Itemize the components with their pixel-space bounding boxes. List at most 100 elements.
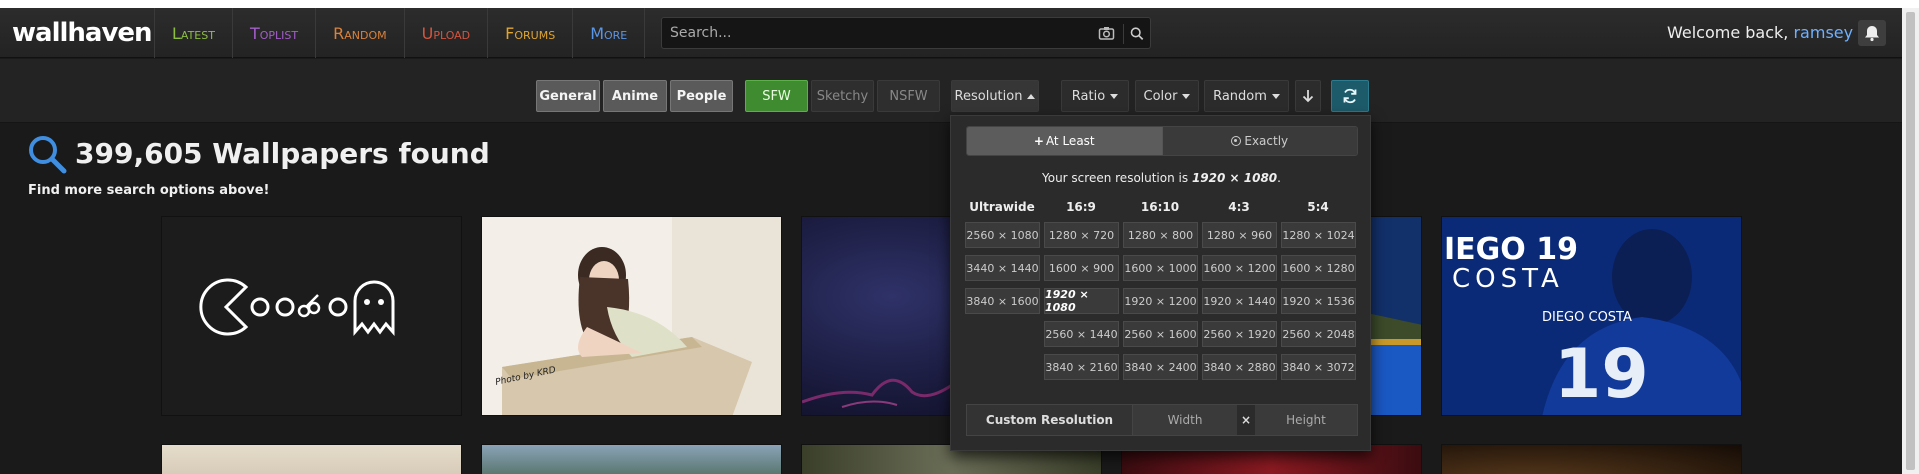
resolution-option[interactable]: 3440 × 1440 bbox=[965, 255, 1040, 281]
refresh-icon bbox=[1343, 88, 1357, 104]
resolution-option[interactable]: 2560 × 1080 bbox=[965, 222, 1040, 248]
resolution-option[interactable]: 1920 × 1536 bbox=[1281, 288, 1356, 314]
main-nav: Latest Toplist Random Upload Forums More bbox=[154, 8, 646, 58]
search-input[interactable]: Search... bbox=[661, 17, 1151, 49]
resolution-option[interactable]: 3840 × 2160 bbox=[1044, 354, 1119, 380]
category-anime-toggle[interactable]: Anime bbox=[603, 80, 667, 112]
resolution-option[interactable]: 3840 × 1600 bbox=[965, 288, 1040, 314]
caret-down-icon bbox=[1182, 93, 1191, 99]
ratio-dropdown[interactable]: Ratio bbox=[1061, 80, 1129, 112]
resolution-mode-toggle: + At Least Exactly bbox=[966, 126, 1358, 156]
search-placeholder: Search... bbox=[670, 25, 732, 41]
plus-icon: + bbox=[1033, 134, 1044, 148]
resolution-option[interactable]: 1600 × 1280 bbox=[1281, 255, 1356, 281]
resolution-option[interactable]: 1280 × 960 bbox=[1202, 222, 1277, 248]
resolution-option[interactable]: 1280 × 1024 bbox=[1281, 222, 1356, 248]
category-general-toggle[interactable]: General bbox=[536, 80, 600, 112]
logo[interactable]: wallhaven bbox=[12, 18, 153, 48]
resolution-option[interactable]: 1280 × 720 bbox=[1044, 222, 1119, 248]
search-icon bbox=[29, 136, 67, 174]
wallpaper-thumbnail[interactable] bbox=[481, 444, 782, 474]
wallpaper-thumbnail[interactable] bbox=[161, 444, 462, 474]
nav-upload[interactable]: Upload bbox=[405, 8, 489, 58]
caret-up-icon bbox=[1027, 93, 1036, 99]
screen-resolution-suffix: . bbox=[1277, 171, 1281, 185]
resolution-option[interactable]: 1280 × 800 bbox=[1123, 222, 1198, 248]
sorting-label: Random bbox=[1213, 88, 1267, 104]
resolution-option[interactable]: 2560 × 1600 bbox=[1123, 321, 1198, 347]
filter-bar: General Anime People SFW Sketchy NSFW Re… bbox=[0, 59, 1902, 123]
bell-icon bbox=[1865, 26, 1879, 42]
nav-forums-label: Forums bbox=[505, 23, 556, 43]
nav-forums[interactable]: Forums bbox=[488, 8, 574, 58]
jersey-name-text: DIEGO COSTA bbox=[1542, 310, 1632, 325]
color-label: Color bbox=[1143, 88, 1178, 104]
resolution-label: Resolution bbox=[954, 88, 1023, 104]
col-head-4-3: 4:3 bbox=[1228, 200, 1250, 214]
welcome-message: Welcome back, ramsey bbox=[1667, 23, 1853, 42]
times-icon: × bbox=[1237, 405, 1255, 435]
resolution-option[interactable]: 2560 × 2048 bbox=[1281, 321, 1356, 347]
custom-resolution-label: Custom Resolution bbox=[967, 405, 1133, 435]
camera-icon[interactable] bbox=[1098, 25, 1115, 42]
mode-at-least-label: At Least bbox=[1045, 134, 1095, 148]
mode-exactly-label: Exactly bbox=[1244, 134, 1289, 148]
col-head-ultrawide: Ultrawide bbox=[969, 200, 1035, 214]
custom-width-input[interactable]: Width bbox=[1133, 405, 1237, 435]
resolution-option[interactable]: 1920 × 1200 bbox=[1123, 288, 1198, 314]
category-people-toggle[interactable]: People bbox=[670, 80, 733, 112]
purity-sfw-toggle[interactable]: SFW bbox=[745, 80, 808, 112]
welcome-text: Welcome back, bbox=[1667, 23, 1794, 42]
nav-random[interactable]: Random bbox=[316, 8, 405, 58]
purity-sketchy-toggle[interactable]: Sketchy bbox=[811, 80, 874, 112]
caret-down-icon bbox=[1110, 93, 1119, 99]
arrow-down-icon bbox=[1302, 90, 1314, 103]
wallpaper-thumbnail[interactable] bbox=[161, 216, 462, 416]
target-icon bbox=[1231, 136, 1242, 146]
col-head-16-10: 16:10 bbox=[1140, 200, 1180, 214]
woman-photo-image: Photo by KRD bbox=[482, 217, 781, 415]
search-icon[interactable] bbox=[1123, 24, 1145, 44]
username-link[interactable]: ramsey bbox=[1793, 23, 1853, 42]
resolution-option[interactable]: 3840 × 2400 bbox=[1123, 354, 1198, 380]
wallpaper-thumbnail[interactable] bbox=[1441, 444, 1742, 474]
col-head-16-9: 16:9 bbox=[1066, 200, 1096, 214]
jersey-number-text: 19 bbox=[1554, 335, 1649, 414]
custom-height-input[interactable]: Height bbox=[1255, 405, 1357, 435]
sorting-dropdown[interactable]: Random bbox=[1204, 80, 1289, 112]
resolution-option[interactable]: 3840 × 2880 bbox=[1202, 354, 1277, 380]
scrollbar-thumb[interactable] bbox=[1906, 12, 1915, 470]
resolution-option[interactable]: 2560 × 1440 bbox=[1044, 321, 1119, 347]
screen-resolution-note: Your screen resolution is 1920 × 1080. bbox=[951, 171, 1372, 185]
screen-resolution-prefix: Your screen resolution is bbox=[1042, 171, 1192, 185]
resolution-option[interactable]: 2560 × 1920 bbox=[1202, 321, 1277, 347]
resolution-panel: + At Least Exactly Your screen resolution… bbox=[950, 115, 1371, 451]
wallpaper-thumbnail[interactable]: Photo by KRD bbox=[481, 216, 782, 416]
ratio-label: Ratio bbox=[1071, 88, 1106, 104]
resolution-dropdown[interactable]: Resolution bbox=[951, 80, 1039, 112]
nav-more[interactable]: More bbox=[573, 8, 646, 58]
resolution-option[interactable]: 1920 × 1440 bbox=[1202, 288, 1277, 314]
pacman-ghost-image bbox=[199, 278, 395, 336]
order-toggle-button[interactable] bbox=[1295, 80, 1321, 112]
color-dropdown[interactable]: Color bbox=[1135, 80, 1199, 112]
notifications-button[interactable] bbox=[1858, 20, 1886, 46]
resolution-option[interactable]: 1600 × 900 bbox=[1044, 255, 1119, 281]
resolution-option[interactable]: 1600 × 1200 bbox=[1202, 255, 1277, 281]
results-subtitle: Find more search options above! bbox=[28, 183, 270, 198]
resolution-option[interactable]: 3840 × 3072 bbox=[1281, 354, 1356, 380]
costa-text: COSTA bbox=[1452, 264, 1564, 294]
nav-more-label: More bbox=[590, 23, 628, 43]
resolution-option[interactable]: 1600 × 1000 bbox=[1123, 255, 1198, 281]
resolution-option-current[interactable]: 1920 × 1080 bbox=[1044, 288, 1119, 314]
nav-toplist[interactable]: Toplist bbox=[233, 8, 317, 58]
results-count-title: 399,605 Wallpapers found bbox=[75, 137, 490, 170]
caret-down-icon bbox=[1271, 93, 1280, 99]
refresh-button[interactable] bbox=[1331, 80, 1369, 112]
nav-latest[interactable]: Latest bbox=[155, 8, 233, 58]
wallpaper-thumbnail[interactable]: IEGO 19 COSTA DIEGO COSTA 19 bbox=[1441, 216, 1742, 416]
mode-exactly-button[interactable]: Exactly bbox=[1161, 127, 1357, 155]
mode-at-least-button[interactable]: + At Least bbox=[967, 127, 1162, 155]
purity-nsfw-toggle[interactable]: NSFW bbox=[877, 80, 940, 112]
page-scrollbar[interactable] bbox=[1902, 8, 1919, 474]
